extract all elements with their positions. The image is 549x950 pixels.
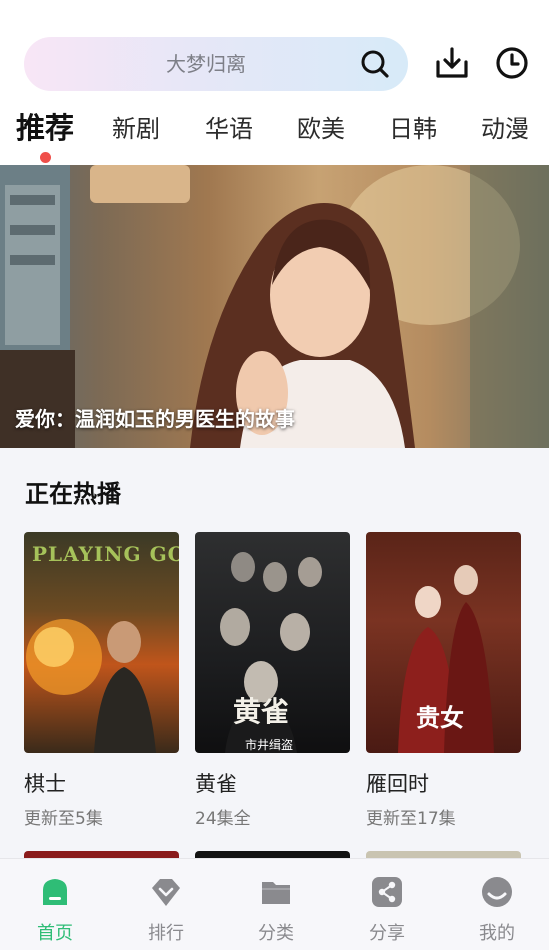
drama-title: 棋士 — [24, 772, 66, 796]
drama-poster[interactable]: 贵女 — [366, 532, 521, 753]
tab-recommend[interactable]: 推荐 — [16, 105, 74, 147]
share-icon — [372, 877, 402, 907]
drama-title: 黄雀 — [195, 772, 237, 796]
nav-label: 排行 — [148, 923, 184, 944]
drama-episode-status: 更新至17集 — [366, 809, 456, 829]
nav-share[interactable]: 分享 — [347, 859, 427, 950]
history-clock-icon[interactable] — [494, 45, 530, 81]
tab-western[interactable]: 欧美 — [297, 109, 345, 144]
tab-japan-korea[interactable]: 日韩 — [389, 109, 437, 144]
tab-new-series[interactable]: 新剧 — [112, 109, 160, 144]
drama-poster[interactable]: 黄雀 市井缉盗 — [195, 532, 350, 753]
search-bar[interactable]: 大梦归离 — [24, 37, 408, 91]
nav-category[interactable]: 分类 — [236, 859, 316, 950]
poster-title-text: 贵女 — [416, 703, 464, 732]
drama-episode-status: 更新至5集 — [24, 809, 103, 829]
poster-subtitle-text: 市井缉盗 — [245, 738, 294, 752]
section-title: 正在热播 — [25, 480, 121, 508]
drama-card[interactable]: 贵女 雁回时 更新至17集 — [366, 532, 521, 829]
nav-label: 首页 — [37, 923, 73, 944]
search-icon[interactable] — [360, 49, 390, 79]
profile-icon — [482, 877, 512, 907]
nav-label: 我的 — [479, 923, 515, 944]
download-icon[interactable] — [434, 45, 470, 81]
drama-card[interactable]: PLAYING GO 棋士 更新至5集 — [24, 532, 179, 829]
nav-ranking[interactable]: 排行 — [126, 859, 206, 950]
nav-label: 分享 — [369, 923, 405, 944]
nav-label: 分类 — [258, 923, 294, 944]
drama-card[interactable]: 黄雀 市井缉盗 黄雀 24集全 — [195, 532, 350, 829]
drama-title: 雁回时 — [366, 772, 429, 796]
search-placeholder: 大梦归离 — [166, 52, 246, 76]
poster-title-text: PLAYING GO — [32, 542, 179, 566]
nav-profile[interactable]: 我的 — [457, 859, 537, 950]
drama-episode-status: 24集全 — [195, 809, 251, 829]
ranking-icon — [152, 879, 180, 906]
tab-chinese[interactable]: 华语 — [205, 109, 253, 144]
app-screen: 大梦归离 推荐 新剧 华语 欧美 日韩 动漫 爱你：温润如玉的男医生的故事 正在… — [0, 0, 549, 950]
bottom-navigation: 首页 排行 分类 分享 我的 — [0, 858, 549, 950]
top-bar: 大梦归离 推荐 新剧 华语 欧美 日韩 动漫 — [0, 0, 549, 165]
tab-anime[interactable]: 动漫 — [481, 109, 529, 144]
category-tabs: 推荐 新剧 华语 欧美 日韩 动漫 — [0, 105, 549, 163]
folder-icon — [262, 882, 290, 904]
featured-banner[interactable]: 爱你：温润如玉的男医生的故事 — [0, 165, 549, 448]
drama-poster[interactable]: PLAYING GO — [24, 532, 179, 753]
active-tab-indicator — [40, 152, 51, 163]
home-icon — [43, 879, 67, 905]
poster-title-text: 黄雀 — [233, 695, 290, 728]
nav-home[interactable]: 首页 — [15, 859, 95, 950]
banner-caption: 爱你：温润如玉的男医生的故事 — [15, 407, 295, 431]
